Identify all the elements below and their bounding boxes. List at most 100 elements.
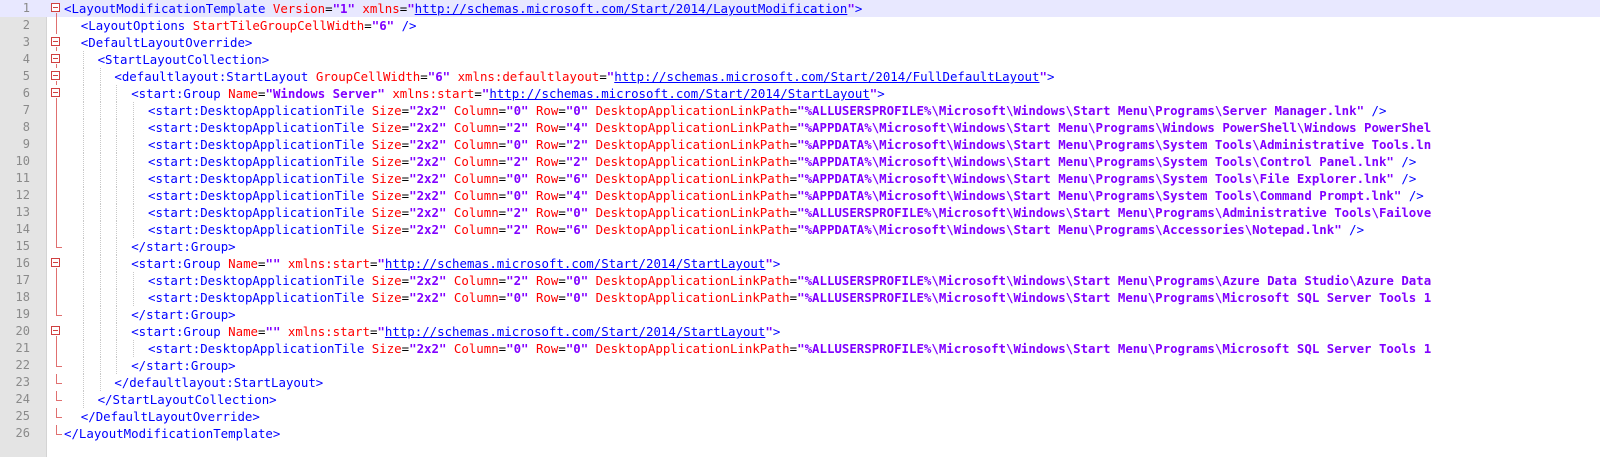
fold-line-icon: [51, 136, 62, 153]
fold-toggle-icon[interactable]: [51, 85, 62, 102]
line-number: 13: [15, 205, 30, 219]
code-line[interactable]: 15 </start:Group>: [0, 238, 1600, 255]
code-text[interactable]: <start:Group Name="" xmlns:start="http:/…: [131, 255, 780, 272]
code-text[interactable]: </start:Group>: [131, 357, 235, 374]
code-text[interactable]: <start:Group Name="" xmlns:start="http:/…: [131, 323, 780, 340]
attribute-name: Column: [446, 188, 499, 203]
code-line[interactable]: 23 </defaultlayout:StartLayout>: [0, 374, 1600, 391]
code-text[interactable]: <start:DesktopApplicationTile Size="2x2"…: [148, 187, 1424, 204]
indent-guide: [82, 374, 84, 391]
equals-sign: =: [401, 205, 410, 220]
attribute-name: DesktopApplicationLinkPath: [588, 120, 790, 135]
code-line[interactable]: 16 <start:Group Name="" xmlns:start="http…: [0, 255, 1600, 272]
code-line[interactable]: 5 <defaultlayout:StartLayout GroupCellWid…: [0, 68, 1600, 85]
code-text[interactable]: <start:Group Name="Windows Server" xmlns…: [131, 85, 885, 102]
code-text[interactable]: <start:DesktopApplicationTile Size="2x2"…: [148, 272, 1431, 289]
indent-guide: [133, 170, 135, 187]
indent-guide: [99, 187, 101, 204]
code-text[interactable]: <start:DesktopApplicationTile Size="2x2"…: [148, 221, 1364, 238]
code-line[interactable]: 1 <LayoutModificationTemplate Version="1"…: [0, 0, 1600, 17]
equals-sign: =: [401, 273, 410, 288]
equals-sign: =: [789, 273, 798, 288]
code-line[interactable]: 10 <start:DesktopApplicationTile Size="2x…: [0, 153, 1600, 170]
code-line[interactable]: 25 </DefaultLayoutOverride>: [0, 408, 1600, 425]
xml-tag: <LayoutModificationTemplate: [64, 1, 266, 16]
code-text[interactable]: <start:DesktopApplicationTile Size="2x2"…: [148, 340, 1431, 357]
code-line[interactable]: 24 </StartLayoutCollection>: [0, 391, 1600, 408]
code-line[interactable]: 19 </start:Group>: [0, 306, 1600, 323]
attribute-name: Size: [364, 290, 402, 305]
equals-sign: =: [498, 154, 507, 169]
code-line[interactable]: 14 <start:DesktopApplicationTile Size="2x…: [0, 221, 1600, 238]
code-line[interactable]: 7 <start:DesktopApplicationTile Size="2x2…: [0, 102, 1600, 119]
indent-guide: [116, 221, 118, 238]
xml-tag: >: [772, 256, 781, 271]
code-text[interactable]: <LayoutOptions StartTileGroupCellWidth="…: [81, 17, 417, 34]
code-line[interactable]: 2 <LayoutOptions StartTileGroupCellWidth=…: [0, 17, 1600, 34]
attribute-name: Size: [364, 341, 402, 356]
code-line[interactable]: 18 <start:DesktopApplicationTile Size="2x…: [0, 289, 1600, 306]
code-line[interactable]: 21 <start:DesktopApplicationTile Size="2x…: [0, 340, 1600, 357]
url-link[interactable]: http://schemas.microsoft.com/Start/2014/…: [614, 69, 1039, 84]
code-text[interactable]: <start:DesktopApplicationTile Size="2x2"…: [148, 102, 1386, 119]
indent-guide: [82, 340, 84, 357]
code-text[interactable]: <defaultlayout:StartLayout GroupCellWidt…: [114, 68, 1054, 85]
attribute-value: "2": [565, 154, 589, 169]
code-text[interactable]: <start:DesktopApplicationTile Size="2x2"…: [148, 153, 1416, 170]
code-text[interactable]: </defaultlayout:StartLayout>: [114, 374, 323, 391]
code-text[interactable]: </start:Group>: [131, 238, 235, 255]
url-link[interactable]: http://schemas.microsoft.com/Start/2014/…: [385, 324, 765, 339]
url-link[interactable]: http://schemas.microsoft.com/Start/2014/…: [385, 256, 765, 271]
xml-tag: />: [1364, 103, 1387, 118]
code-text[interactable]: <start:DesktopApplicationTile Size="2x2"…: [148, 119, 1431, 136]
code-text[interactable]: <start:DesktopApplicationTile Size="2x2"…: [148, 289, 1431, 306]
code-line[interactable]: 9 <start:DesktopApplicationTile Size="2x2…: [0, 136, 1600, 153]
fold-line-icon: [51, 272, 62, 289]
code-text[interactable]: <DefaultLayoutOverride>: [81, 34, 253, 51]
fold-toggle-icon[interactable]: [51, 0, 62, 17]
indent-guide: [99, 255, 101, 272]
equals-sign: =: [558, 120, 566, 135]
code-text[interactable]: </LayoutModificationTemplate>: [64, 425, 280, 442]
fold-toggle-icon[interactable]: [51, 255, 62, 272]
code-line[interactable]: 11 <start:DesktopApplicationTile Size="2x…: [0, 170, 1600, 187]
attribute-value: "2x2": [409, 171, 447, 186]
code-line[interactable]: 13 <start:DesktopApplicationTile Size="2x…: [0, 204, 1600, 221]
code-line[interactable]: 26 </LayoutModificationTemplate>: [0, 425, 1600, 442]
indent-guide: [99, 357, 101, 374]
code-text[interactable]: </DefaultLayoutOverride>: [81, 408, 260, 425]
xml-tag: <start:DesktopApplicationTile: [148, 290, 365, 305]
code-line[interactable]: 8 <start:DesktopApplicationTile Size="2x2…: [0, 119, 1600, 136]
fold-toggle-icon[interactable]: [51, 34, 62, 51]
code-line[interactable]: 12 <start:DesktopApplicationTile Size="2x…: [0, 187, 1600, 204]
code-line[interactable]: 22 </start:Group>: [0, 357, 1600, 374]
url-link[interactable]: http://schemas.microsoft.com/Start/2014/…: [489, 86, 869, 101]
attribute-name: Row: [528, 137, 559, 152]
attribute-value: "%ALLUSERSPROFILE%\Microsoft\Windows\Sta…: [797, 205, 1432, 220]
attribute-name: Name: [220, 86, 259, 101]
xml-editor[interactable]: 1 <LayoutModificationTemplate Version = "1"…: [0, 0, 1600, 457]
code-text[interactable]: <start:DesktopApplicationTile Size="2x2"…: [148, 170, 1416, 187]
code-lines[interactable]: 1 <LayoutModificationTemplate Version = "1"…: [0, 0, 1600, 442]
code-line[interactable]: 3 <DefaultLayoutOverride>: [0, 34, 1600, 51]
fold-toggle-icon[interactable]: [51, 51, 62, 68]
code-text[interactable]: <start:DesktopApplicationTile Size="2x2"…: [148, 204, 1431, 221]
indent-guide: [116, 272, 118, 289]
code-text[interactable]: <LayoutModificationTemplate Version="1" …: [64, 0, 862, 17]
fold-toggle-icon[interactable]: [51, 323, 62, 340]
code-text[interactable]: </StartLayoutCollection>: [98, 391, 277, 408]
url-link[interactable]: http://schemas.microsoft.com/Start/2014/…: [415, 1, 848, 16]
attribute-name: DesktopApplicationLinkPath: [588, 171, 790, 186]
code-line[interactable]: 17 <start:DesktopApplicationTile Size="2x…: [0, 272, 1600, 289]
code-text[interactable]: <StartLayoutCollection>: [98, 51, 270, 68]
code-line[interactable]: 20 <start:Group Name="" xmlns:start="http…: [0, 323, 1600, 340]
fold-toggle-icon[interactable]: [51, 68, 62, 85]
xml-tag: <start:Group: [131, 86, 221, 101]
code-line[interactable]: 4 <StartLayoutCollection>: [0, 51, 1600, 68]
fold-line-icon: [51, 391, 62, 408]
code-text[interactable]: <start:DesktopApplicationTile Size="2x2"…: [148, 136, 1431, 153]
equals-sign: =: [258, 324, 266, 339]
code-line[interactable]: 6 <start:Group Name="Windows Server" xmln…: [0, 85, 1600, 102]
code-text[interactable]: </start:Group>: [131, 306, 235, 323]
indent-guide: [82, 323, 84, 340]
